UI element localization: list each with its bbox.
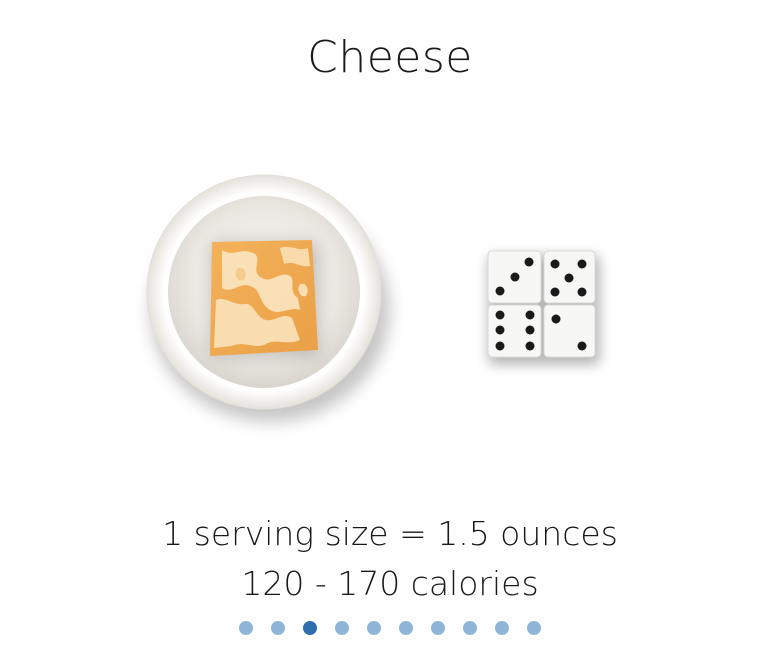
page-dot[interactable] bbox=[463, 621, 477, 635]
page-dot[interactable] bbox=[399, 621, 413, 635]
page-dot[interactable] bbox=[239, 621, 253, 635]
page-dot-active[interactable] bbox=[303, 621, 317, 635]
page-dot[interactable] bbox=[431, 621, 445, 635]
page-indicator bbox=[0, 619, 780, 637]
dice bbox=[487, 250, 600, 365]
serving-illustration bbox=[146, 174, 600, 422]
serving-size-text: 1 serving size = 1.5 ounces bbox=[162, 514, 618, 553]
calories-text: 120 - 170 calories bbox=[241, 564, 539, 603]
page-title: Cheese bbox=[307, 32, 473, 83]
cheese-cube bbox=[210, 240, 318, 356]
page-dot[interactable] bbox=[335, 621, 349, 635]
page-dot[interactable] bbox=[271, 621, 285, 635]
page-dot[interactable] bbox=[527, 621, 541, 635]
page-dot[interactable] bbox=[495, 621, 509, 635]
page-dot[interactable] bbox=[367, 621, 381, 635]
